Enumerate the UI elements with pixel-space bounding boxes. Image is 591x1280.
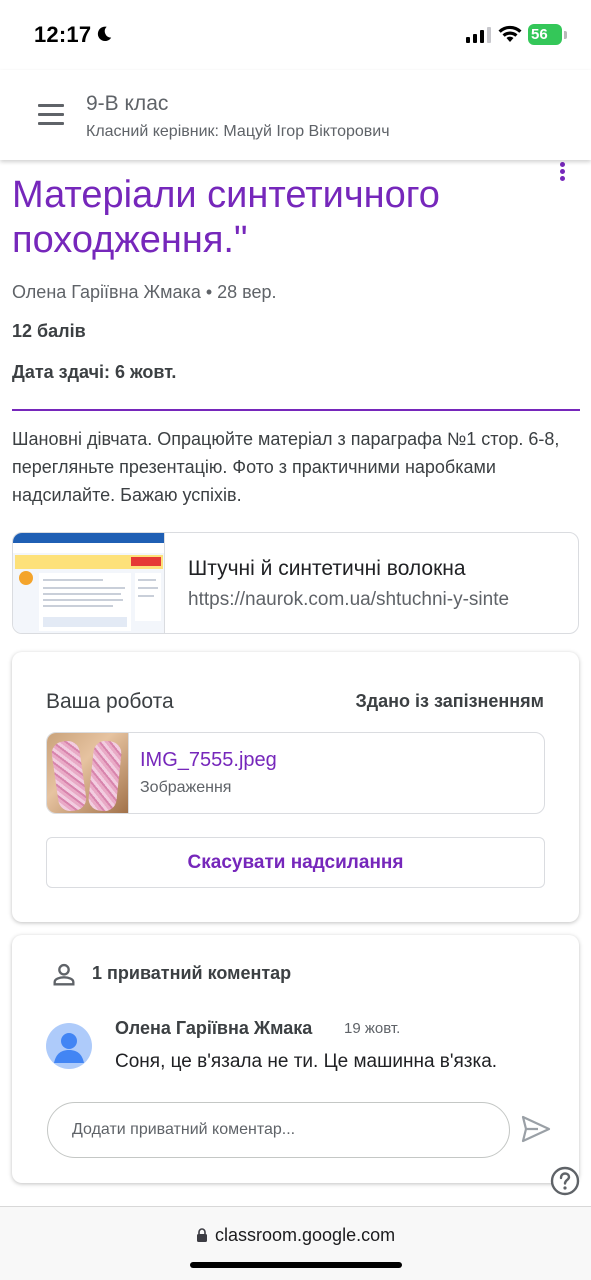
menu-icon[interactable] <box>38 104 66 126</box>
link-attachment-card[interactable]: Штучні й синтетичні волокна https://naur… <box>12 532 579 634</box>
assignment-points: 12 балів <box>12 321 86 341</box>
submitted-file[interactable]: IMG_7555.jpeg Зображення <box>46 732 545 814</box>
your-work-heading: Ваша робота <box>46 690 174 713</box>
cellular-signal-icon <box>466 27 491 43</box>
browser-bar: classroom.google.com <box>0 1206 591 1280</box>
status-time: 12:17 <box>34 22 92 47</box>
comment-text: Соня, це в'язала не ти. Це машинна в'язк… <box>115 1051 498 1072</box>
private-comments-card: 1 приватний коментар Олена Гаріївна Жмак… <box>12 935 579 1183</box>
assignment-title: Матеріали синтетичного походження." <box>12 174 440 261</box>
file-type: Зображення <box>140 779 232 796</box>
battery-indicator: 56 <box>528 24 562 45</box>
send-icon[interactable] <box>520 1114 552 1144</box>
your-work-card: Ваша робота Здано із запізненням IMG_755… <box>12 652 579 922</box>
app-header: 9-В клас Класний керівник: Мацуй Ігор Ві… <box>0 70 591 160</box>
browser-url[interactable]: classroom.google.com <box>215 1225 395 1246</box>
link-title: Штучні й синтетичні волокна <box>188 557 466 580</box>
moon-icon <box>97 26 112 42</box>
class-teacher: Класний керівник: Мацуй Ігор Вікторович <box>86 123 390 140</box>
avatar <box>46 1023 92 1069</box>
status-bar: 12:17 56 <box>0 0 591 70</box>
lock-icon <box>197 1228 207 1242</box>
link-url: https://naurok.com.ua/shtuchni-y-sinte <box>188 589 510 610</box>
assignment-meta: Олена Гаріївна Жмака • 28 вер. <box>12 282 277 302</box>
home-indicator <box>190 1262 402 1268</box>
wifi-icon <box>498 25 522 42</box>
help-icon[interactable] <box>550 1166 580 1196</box>
comments-heading: 1 приватний коментар <box>92 963 292 983</box>
submission-status: Здано із запізненням <box>355 691 544 711</box>
unsubmit-button[interactable]: Скасувати надсилання <box>46 837 545 888</box>
private-comment-input[interactable] <box>47 1102 510 1158</box>
battery-cap <box>564 31 567 39</box>
file-name: IMG_7555.jpeg <box>140 749 277 771</box>
assignment-description: Шановні дівчата. Опрацюйте матеріал з па… <box>12 429 560 505</box>
comment-author: Олена Гаріївна Жмака <box>115 1018 313 1038</box>
image-thumbnail <box>47 733 129 813</box>
person-icon <box>53 963 75 986</box>
class-title[interactable]: 9-В клас <box>86 92 168 116</box>
link-thumbnail <box>13 533 165 633</box>
battery-level: 56 <box>531 26 548 43</box>
comment-date: 19 жовт. <box>344 1020 401 1037</box>
divider <box>12 409 580 411</box>
assignment-due-date: Дата здачі: 6 жовт. <box>12 362 177 382</box>
more-vert-icon[interactable] <box>554 160 572 182</box>
